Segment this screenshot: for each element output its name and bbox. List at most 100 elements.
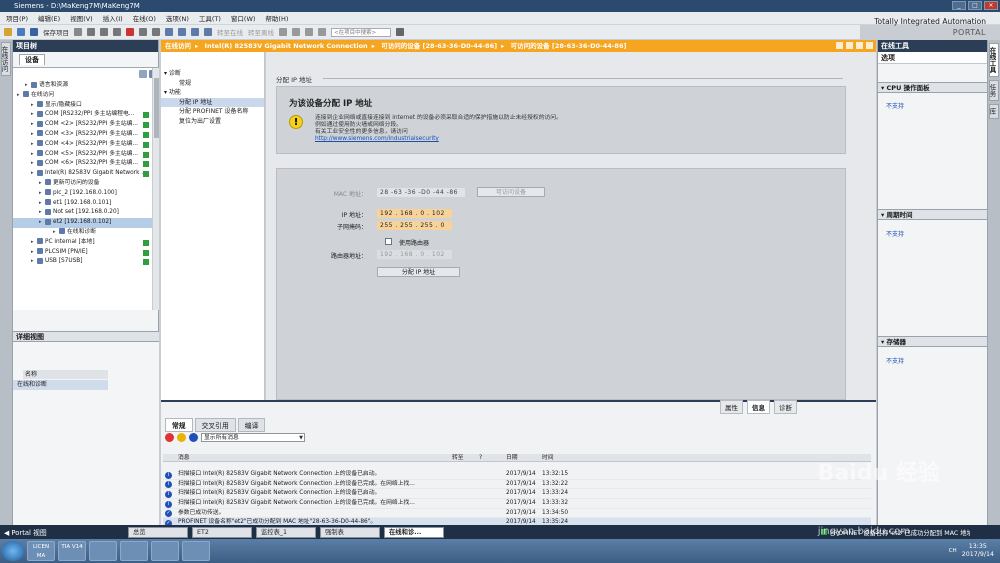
- taskbar-license-app[interactable]: LICEN MA: [27, 541, 55, 561]
- paste-icon[interactable]: [113, 28, 121, 36]
- nav-assign-name[interactable]: 分配 PROFINET 设备名称: [161, 107, 264, 117]
- editor-tab-watch-table[interactable]: 监控表_1: [256, 526, 316, 538]
- tab-online-tools[interactable]: 在线工具: [988, 43, 999, 77]
- nav-reset-factory[interactable]: 复位为出厂设置: [161, 117, 264, 127]
- use-router-checkbox[interactable]: [385, 238, 392, 245]
- compile-icon[interactable]: [165, 28, 173, 36]
- memory-section[interactable]: ▾ 存储器: [878, 336, 988, 347]
- tree-item[interactable]: ▸ et1 [192.168.0.101]: [13, 199, 159, 209]
- minimize-button[interactable]: _: [952, 1, 966, 10]
- ip-address-field[interactable]: 192 . 168 . 0 . 102: [377, 209, 452, 218]
- split-icon[interactable]: [305, 28, 313, 36]
- menu-help[interactable]: 帮助(H): [265, 13, 288, 23]
- tree-item[interactable]: ▸ COM <6> [RS232/PPI 多主站编...: [13, 159, 159, 169]
- menu-options[interactable]: 选项(N): [166, 13, 189, 23]
- menu-online[interactable]: 在线(O): [133, 13, 156, 23]
- menu-project[interactable]: 项目(P): [6, 13, 28, 23]
- table-row[interactable]: ✓ 参数已成功传送。 2017/9/14 13:34:50: [163, 509, 871, 519]
- detail-view-header[interactable]: 详细视图: [13, 331, 159, 342]
- error-filter-icon[interactable]: [165, 433, 174, 442]
- tree-item[interactable]: ▸ PLCSIM [PN/IE]: [13, 248, 159, 258]
- detail-item-online-diagnostics[interactable]: 在线和诊断: [13, 380, 108, 390]
- detail-name-column[interactable]: 名称: [23, 370, 108, 379]
- col-goto[interactable]: 转至: [452, 454, 464, 462]
- maximize-button[interactable]: □: [968, 1, 982, 10]
- tab-properties[interactable]: 属性: [720, 400, 743, 414]
- tree-scrollbar[interactable]: [152, 68, 159, 310]
- input-language[interactable]: CH: [949, 548, 957, 554]
- tree-item[interactable]: ▸ COM <3> [RS232/PPI 多主站编...: [13, 130, 159, 140]
- tab-general[interactable]: 常规: [165, 418, 193, 432]
- table-row[interactable]: i 扫描接口 Intel(R) 82583V Gigabit Network Co…: [163, 480, 871, 490]
- accessible-devices-icon[interactable]: [279, 28, 287, 36]
- tree-item[interactable]: ▸ Intel(R) 82583V Gigabit Network ...: [13, 169, 159, 179]
- menu-edit[interactable]: 编辑(E): [38, 13, 60, 23]
- security-link[interactable]: http://www.siemens.com/industrialsecurit…: [315, 136, 562, 143]
- tree-item[interactable]: ▸ et2 [192.168.0.102]: [13, 218, 159, 228]
- tree-item[interactable]: ▸ PC internal [本地]: [13, 238, 159, 248]
- nav-diagnostics[interactable]: ▾ 诊断: [161, 69, 264, 79]
- tab-libraries[interactable]: 库: [988, 104, 999, 119]
- breadcrumb-item[interactable]: 可访问的设备 [28-63-36-D0-44-86]: [511, 42, 627, 50]
- nav-assign-ip[interactable]: 分配 IP 地址: [161, 97, 264, 107]
- table-row[interactable]: i 扫描接口 Intel(R) 82583V Gigabit Network Co…: [163, 470, 871, 480]
- table-row[interactable]: i 扫描接口 Intel(R) 82583V Gigabit Network Co…: [163, 499, 871, 509]
- tree-item[interactable]: ▸ Not set [192.168.0.20]: [13, 208, 159, 218]
- tab-cross-reference[interactable]: 交叉引用: [194, 418, 236, 432]
- cycle-time-section[interactable]: ▾ 周期时间: [878, 209, 988, 220]
- tree-item[interactable]: ▸ COM <2> [RS232/PPI 多主站编...: [13, 120, 159, 130]
- tree-item[interactable]: ▸ 语言和资源: [13, 81, 159, 91]
- breadcrumb-item[interactable]: Intel(R) 82583V Gigabit Network Connecti…: [205, 42, 368, 50]
- table-row[interactable]: i 扫描接口 Intel(R) 82583V Gigabit Network Co…: [163, 489, 871, 500]
- download-icon[interactable]: [178, 28, 186, 36]
- tree-item[interactable]: ▸ USB [S7USB]: [13, 257, 159, 267]
- accessible-devices-button[interactable]: 可访问设备: [477, 187, 545, 197]
- breadcrumb-item[interactable]: 在线访问: [165, 42, 191, 50]
- col-date[interactable]: 日期: [506, 454, 518, 462]
- save-icon[interactable]: [30, 28, 38, 36]
- menu-view[interactable]: 视图(V): [70, 13, 93, 23]
- info-filter-icon[interactable]: [189, 433, 198, 442]
- tree-item[interactable]: ▸ plc_2 [192.168.0.100]: [13, 189, 159, 199]
- tab-diagnostics[interactable]: 诊断: [774, 400, 797, 414]
- close-button[interactable]: ×: [984, 1, 998, 10]
- tree-scroll-thumb[interactable]: [154, 78, 159, 138]
- tab-tasks[interactable]: 任务: [988, 80, 999, 101]
- menu-tools[interactable]: 工具(T): [199, 13, 221, 23]
- taskbar-media-icon[interactable]: [151, 541, 179, 561]
- tree-item[interactable]: ▸ COM <5> [RS232/PPI 多主站编...: [13, 150, 159, 160]
- col-help[interactable]: ?: [479, 454, 482, 462]
- go-online-button[interactable]: 转至在线: [217, 27, 243, 37]
- assign-ip-button[interactable]: 分配 IP 地址: [377, 267, 460, 277]
- editor-tab-overview[interactable]: 总览: [128, 526, 188, 538]
- upload-icon[interactable]: [191, 28, 199, 36]
- search-icon[interactable]: [396, 28, 404, 36]
- tree-view-icon[interactable]: [139, 70, 147, 78]
- warning-filter-icon[interactable]: [177, 433, 186, 442]
- taskbar-browser-icon[interactable]: [89, 541, 117, 561]
- split-vertical-icon[interactable]: [318, 28, 326, 36]
- taskbar-explorer-icon[interactable]: [120, 541, 148, 561]
- subnet-mask-field[interactable]: 255 . 255 . 255 . 0: [377, 221, 452, 230]
- breadcrumb-item[interactable]: 可访问的设备 [28-63-36-D0-44-86]: [381, 42, 497, 50]
- print-icon[interactable]: [74, 28, 82, 36]
- save-project-button[interactable]: 保存项目: [43, 27, 69, 37]
- simulation-icon[interactable]: [204, 28, 212, 36]
- tab-info[interactable]: 信息: [747, 400, 770, 414]
- delete-icon[interactable]: [126, 28, 134, 36]
- clock[interactable]: 13:35 2017/9/14: [962, 543, 994, 559]
- tree-item[interactable]: ▸ 更新可访问的设备: [13, 179, 159, 189]
- copy-icon[interactable]: [100, 28, 108, 36]
- tree-item[interactable]: ▸ 在线访问: [13, 91, 159, 101]
- tree-item[interactable]: ▸ COM [RS232/PPI 多主站编程电...: [13, 110, 159, 120]
- devices-tab[interactable]: 设备: [19, 54, 45, 65]
- new-project-icon[interactable]: [4, 28, 12, 36]
- cut-icon[interactable]: [87, 28, 95, 36]
- editor-tab-force-table[interactable]: 强制表: [320, 526, 380, 538]
- taskbar-siemens-icon[interactable]: [182, 541, 210, 561]
- col-message[interactable]: 消息: [178, 454, 190, 462]
- cross-ref-icon[interactable]: [292, 28, 300, 36]
- message-filter-select[interactable]: 显示所有消息: [201, 433, 305, 442]
- nav-functions[interactable]: ▾ 功能: [161, 88, 264, 98]
- portal-view-button[interactable]: ◀ Portal 视图: [4, 527, 124, 537]
